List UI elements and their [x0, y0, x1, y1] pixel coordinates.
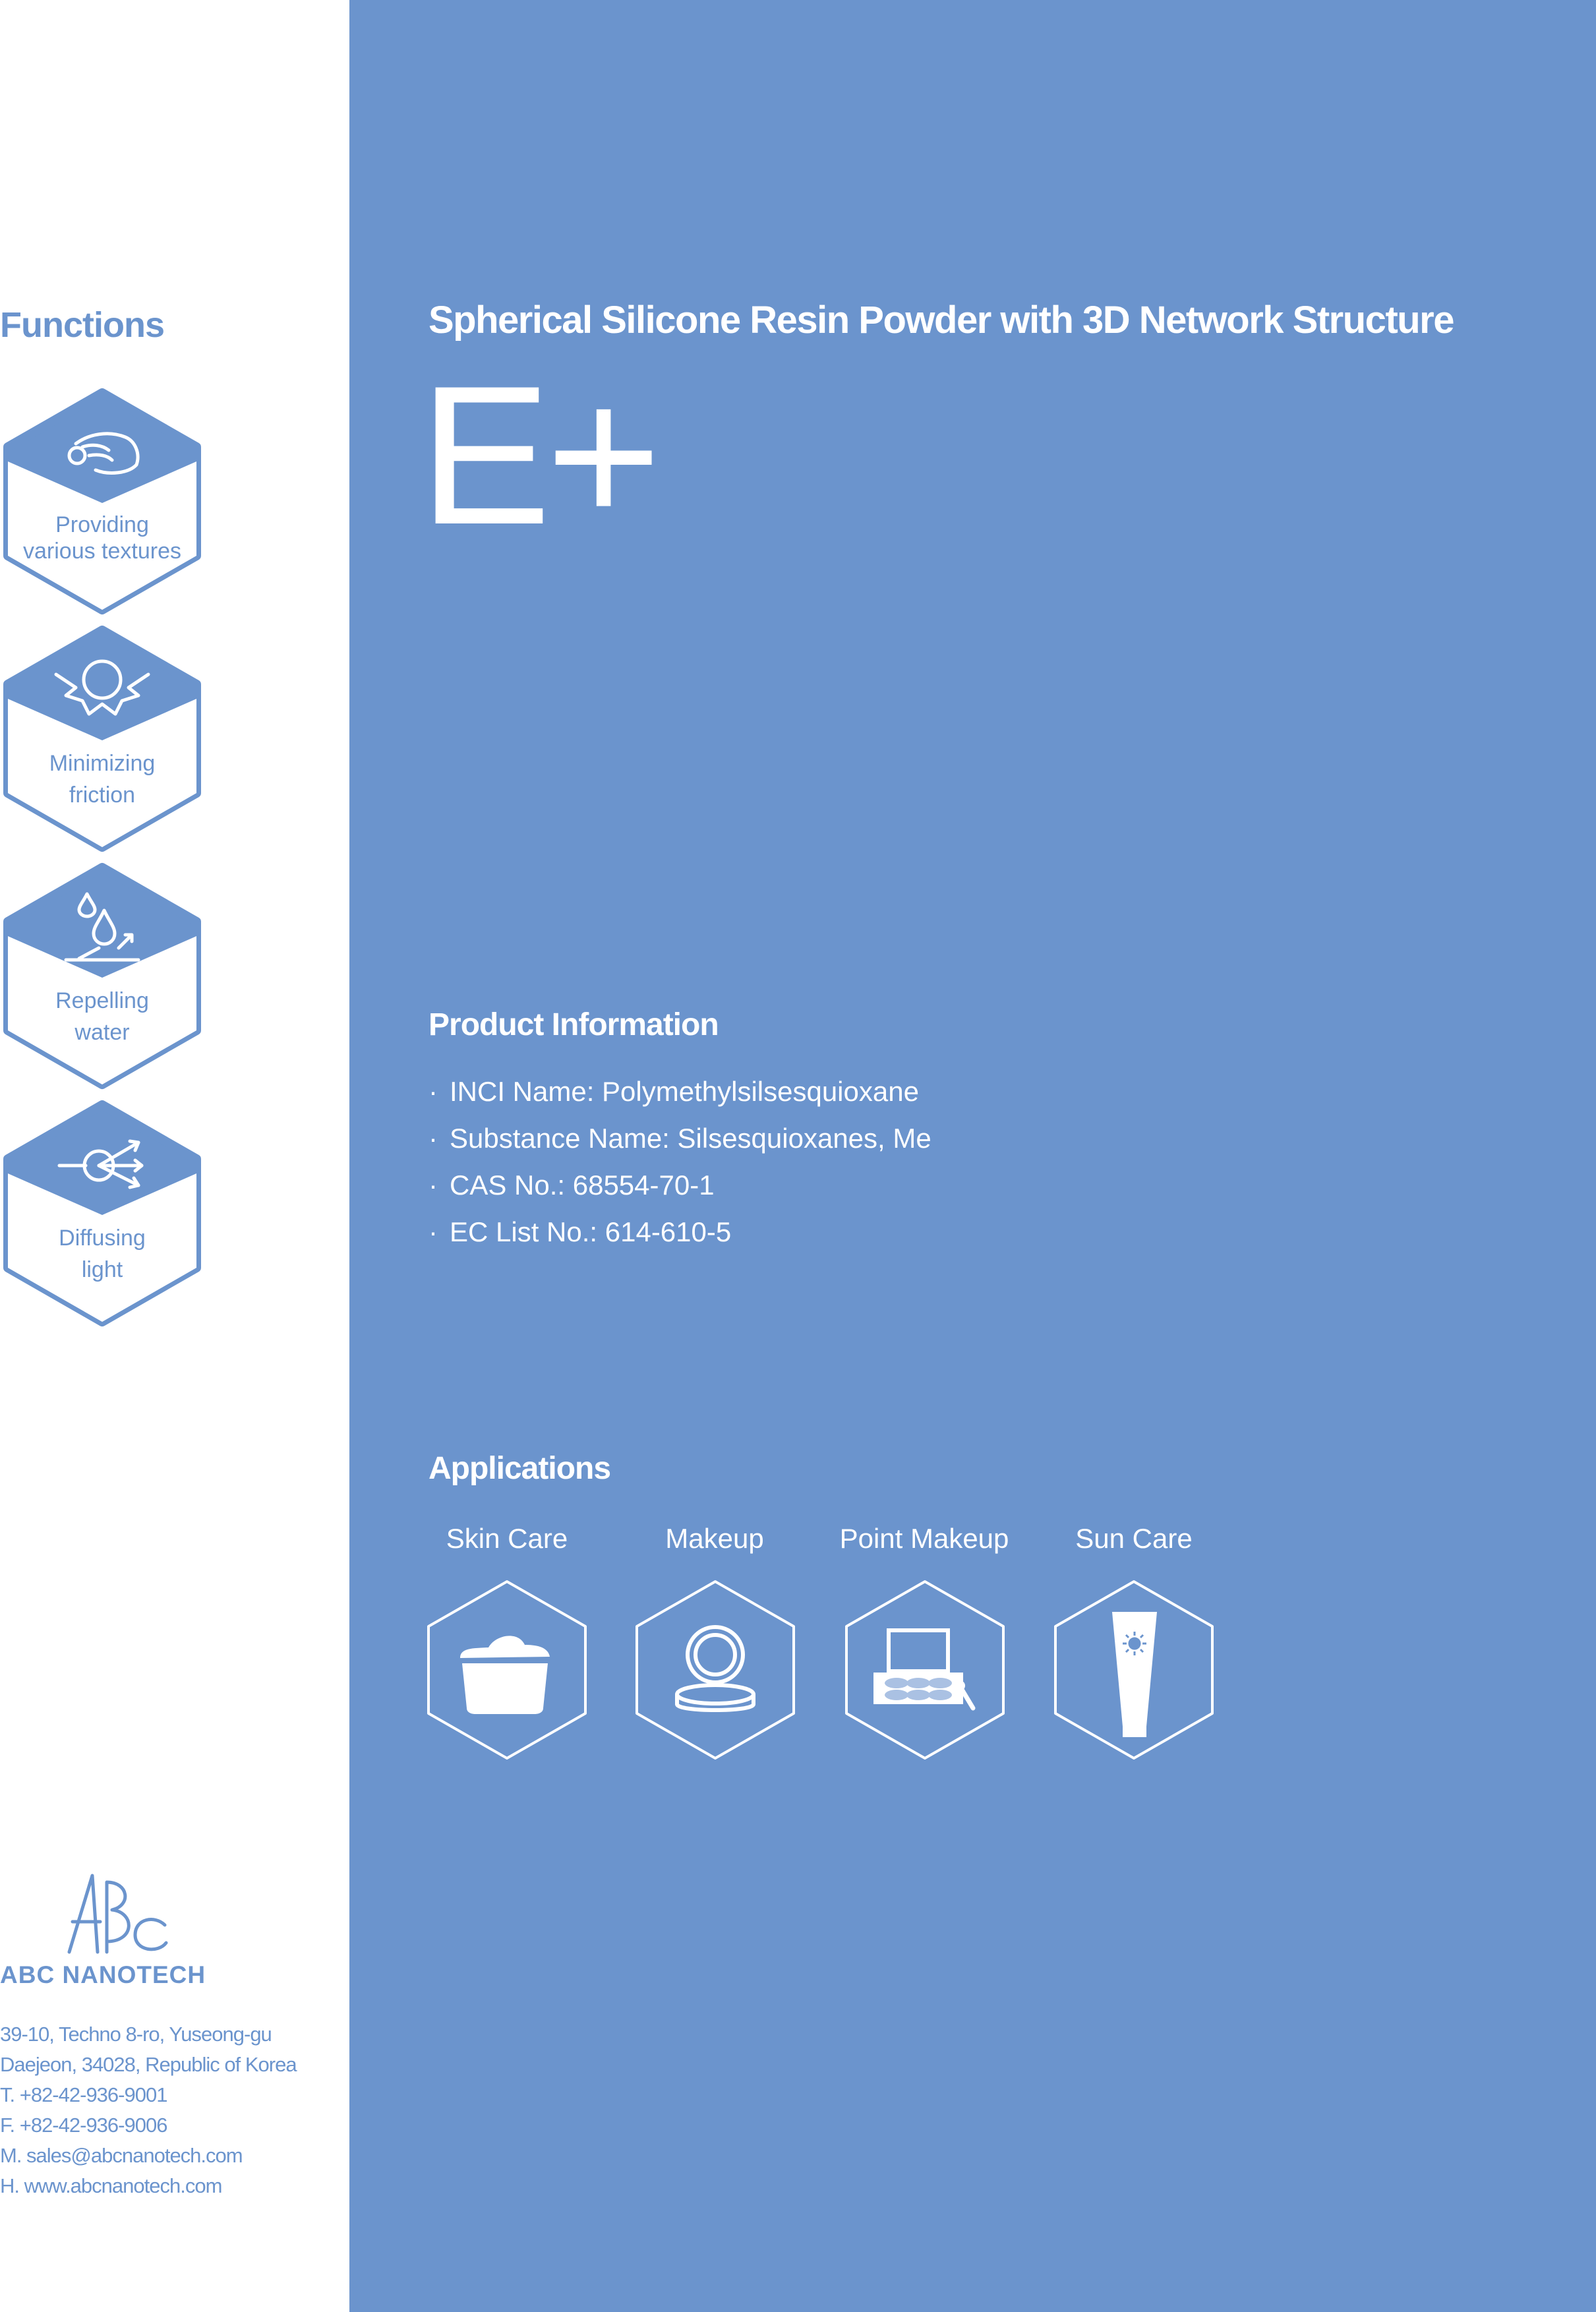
company-name: ABC NANOTECH — [0, 1961, 206, 1988]
info-inci: INCI Name: Polymethylsilsesquioxane — [450, 1076, 919, 1107]
phone: T. +82-42-936-9001 — [0, 2083, 167, 2106]
compact-icon — [635, 1580, 795, 1760]
product-info-list: · INCI Name: Polymethylsilsesquioxane · Su… — [429, 1068, 931, 1255]
fax: F. +82-42-936-9006 — [0, 2114, 167, 2137]
list-item: · Substance Name: Silsesquioxanes, Me — [429, 1115, 931, 1162]
app-label-makeup: Makeup — [665, 1523, 764, 1554]
product-info-title: Product Information — [429, 1007, 719, 1042]
company-logo — [67, 1874, 168, 1954]
function-label-3: Repelling — [55, 988, 149, 1013]
light-diffuse-icon — [57, 1139, 144, 1189]
bullet: · — [429, 1216, 438, 1247]
website-link[interactable]: H. www.abcnanotech.com — [0, 2171, 297, 2201]
functions-title: Functions — [0, 305, 165, 345]
function-label-1: Providing — [55, 512, 149, 537]
cream-jar-icon — [427, 1580, 587, 1760]
sunscreen-tube-icon — [1054, 1580, 1214, 1760]
app-label-skin-care: Skin Care — [446, 1523, 568, 1554]
function-item-friction: Minimizing friction — [0, 625, 204, 852]
function-label-4b: light — [81, 1257, 123, 1282]
address-line-2: Daejeon, 34028, Republic of Korea — [0, 2053, 297, 2076]
list-item: · CAS No.: 68554-70-1 — [429, 1162, 931, 1208]
function-label-1b: various textures — [23, 539, 181, 564]
product-name: E+ — [419, 344, 661, 566]
function-item-water: Repelling water — [0, 862, 204, 1090]
eyeshadow-palette-icon — [845, 1580, 1005, 1760]
list-item: · EC List No.: 614-610-5 — [429, 1208, 931, 1255]
sun-friction-icon — [54, 659, 150, 716]
info-cas: CAS No.: 68554-70-1 — [450, 1170, 715, 1200]
bullet: · — [429, 1170, 438, 1200]
info-substance: Substance Name: Silsesquioxanes, Me — [450, 1123, 931, 1154]
water-drop-icon — [64, 892, 140, 962]
app-label-point-makeup: Point Makeup — [839, 1523, 1009, 1554]
applications-title: Applications — [429, 1451, 611, 1486]
function-label-2b: friction — [69, 783, 136, 808]
function-label-4: Diffusing — [59, 1226, 146, 1251]
hand-pinch-icon — [67, 432, 140, 475]
info-ec: EC List No.: 614-610-5 — [450, 1216, 732, 1247]
function-item-textures: Providing various textures — [0, 388, 204, 615]
address-line-1: 39-10, Techno 8-ro, Yuseong-gu — [0, 2023, 272, 2046]
product-subtitle: Spherical Silicone Resin Powder with 3D … — [429, 299, 1455, 341]
bullet: · — [429, 1123, 438, 1154]
sidebar: Functions Providing various textures Min… — [0, 0, 349, 2312]
function-item-light: Diffusing light — [0, 1100, 204, 1327]
email-link[interactable]: M. sales@abcnanotech.com — [0, 2141, 297, 2171]
function-label-3b: water — [74, 1020, 130, 1045]
app-label-sun-care: Sun Care — [1075, 1523, 1193, 1554]
bullet: · — [429, 1076, 438, 1107]
list-item: · INCI Name: Polymethylsilsesquioxane — [429, 1068, 931, 1115]
company-contact: 39-10, Techno 8-ro, Yuseong-gu Daejeon, … — [0, 2019, 297, 2201]
function-label-2: Minimizing — [49, 751, 156, 776]
